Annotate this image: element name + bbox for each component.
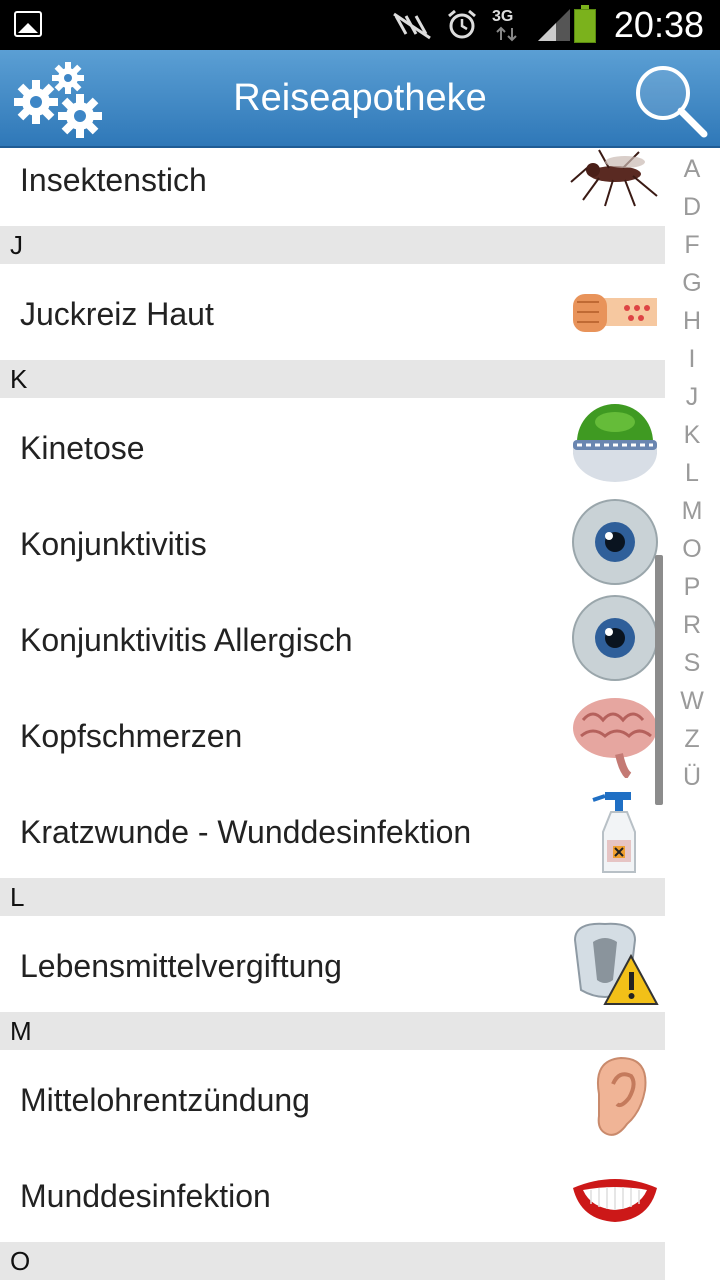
mosquito-icon: [570, 149, 658, 207]
itchy-arm-icon: [573, 294, 657, 332]
section-header: M: [0, 1012, 665, 1050]
toilet-warning-icon: [573, 922, 659, 1005]
gallery-notification-icon: [14, 11, 42, 37]
motion-sickness-icon: [573, 404, 657, 482]
list-item[interactable]: Kopfschmerzen: [0, 686, 665, 782]
section-header: L: [0, 878, 665, 916]
battery-icon: [574, 5, 596, 43]
index-letter[interactable]: L: [664, 454, 720, 492]
alphabet-index[interactable]: A D F G H I J K L M O P R S W Z Ü: [664, 150, 720, 796]
eye-icon: [572, 499, 658, 585]
list-item-label: Kratzwunde - Wunddesinfektion: [20, 814, 472, 850]
nfc-muted-icon: [393, 12, 431, 40]
ear-icon: [597, 1056, 647, 1136]
index-letter[interactable]: I: [664, 340, 720, 378]
index-letter[interactable]: M: [664, 492, 720, 530]
list-item[interactable]: Konjunktivitis Allergisch: [0, 590, 665, 686]
index-letter[interactable]: Ü: [664, 758, 720, 796]
index-letter[interactable]: O: [664, 530, 720, 568]
list-item-label: Kopfschmerzen: [20, 718, 243, 754]
list-item[interactable]: Juckreiz Haut: [0, 264, 665, 360]
network-3g-icon: 3G: [492, 8, 522, 42]
list-item-label: Munddesinfektion: [20, 1178, 271, 1214]
list-item[interactable]: Mittelohrentzündung: [0, 1050, 665, 1146]
action-bar: Reiseapotheke: [0, 50, 720, 148]
alarm-icon: [448, 9, 476, 39]
search-icon[interactable]: [632, 62, 708, 138]
index-letter[interactable]: R: [664, 606, 720, 644]
index-letter[interactable]: K: [664, 416, 720, 454]
index-letter[interactable]: D: [664, 188, 720, 226]
eye-icon: [572, 595, 658, 681]
list-item-label: Konjunktivitis: [20, 526, 207, 562]
page-title: Reiseapotheke: [233, 77, 487, 119]
index-letter[interactable]: A: [664, 150, 720, 188]
list-item[interactable]: Lebensmittelvergiftung: [0, 916, 665, 1012]
list-item[interactable]: Kratzwunde - Wunddesinfektion: [0, 782, 665, 878]
list-item-label: Konjunktivitis Allergisch: [20, 622, 353, 658]
section-header: J: [0, 226, 665, 264]
clock: 20:38: [613, 4, 704, 45]
index-letter[interactable]: S: [664, 644, 720, 682]
list-item-label: Kinetose: [20, 430, 145, 466]
index-letter[interactable]: J: [664, 378, 720, 416]
list-item[interactable]: Kinetose: [0, 398, 665, 494]
list-item-label: Lebensmittelvergiftung: [20, 948, 342, 984]
list-item-label: Mittelohrentzündung: [20, 1082, 310, 1118]
index-letter[interactable]: P: [664, 568, 720, 606]
signal-strength-icon: [538, 9, 570, 41]
list-item-label: Insektenstich: [20, 162, 207, 198]
list-item[interactable]: Konjunktivitis: [0, 494, 665, 590]
index-letter[interactable]: H: [664, 302, 720, 340]
mouth-icon: [573, 1179, 657, 1222]
list-scrollbar[interactable]: [655, 555, 663, 805]
section-header: O: [0, 1242, 665, 1280]
index-letter[interactable]: F: [664, 226, 720, 264]
brain-icon: [573, 698, 657, 778]
symptom-list: Insektenstich J Juckreiz Haut K Kinetose: [0, 148, 665, 1280]
index-letter[interactable]: G: [664, 264, 720, 302]
index-letter[interactable]: W: [664, 682, 720, 720]
spray-bottle-icon: [592, 792, 636, 873]
list-item[interactable]: Munddesinfektion: [0, 1146, 665, 1242]
index-letter[interactable]: Z: [664, 720, 720, 758]
list-item-label: Juckreiz Haut: [20, 296, 214, 332]
status-bar: 3G 20:38: [0, 0, 720, 50]
section-header: K: [0, 360, 665, 398]
list-item[interactable]: Insektenstich: [0, 148, 665, 226]
